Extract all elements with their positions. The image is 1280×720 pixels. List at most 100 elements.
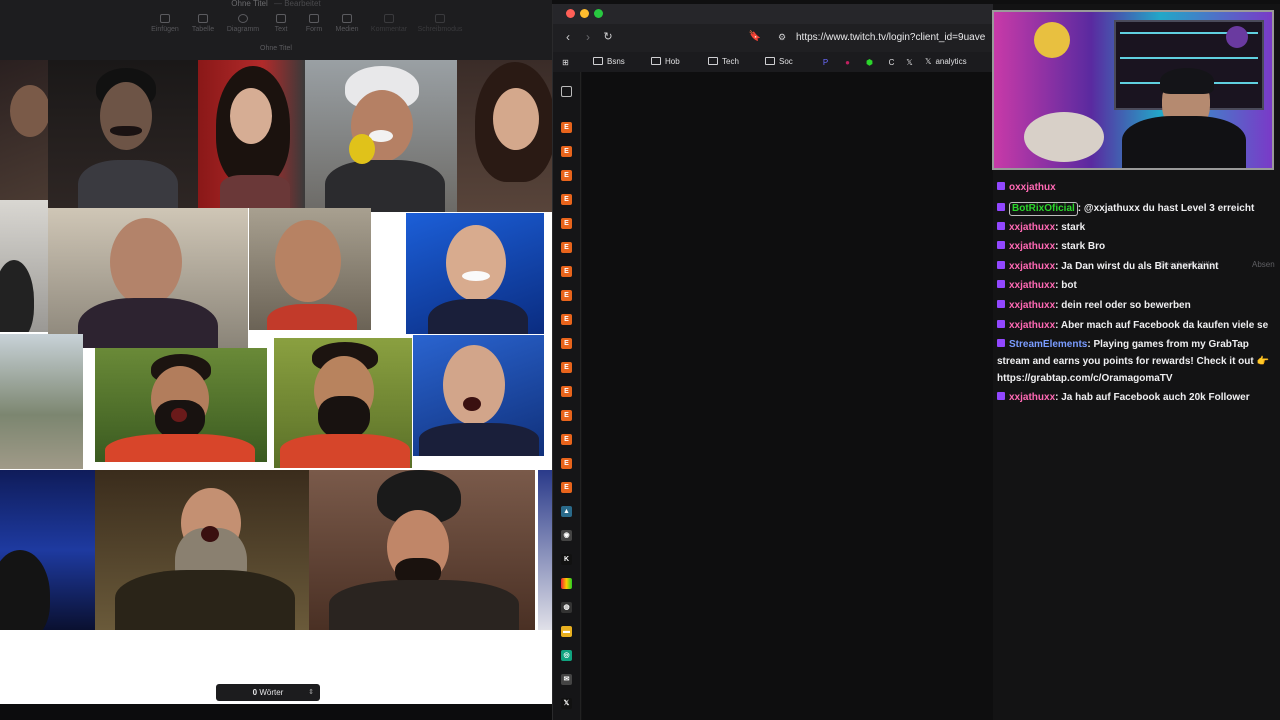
chat-text: : bot [1055, 280, 1077, 291]
close-window-button[interactable] [566, 9, 575, 18]
chat-username[interactable]: xxjathuxx [1009, 241, 1055, 252]
toolbar-writing-mode-button[interactable]: Schreibmodus [415, 12, 465, 42]
etsy-icon[interactable]: E [561, 482, 572, 493]
etsy-icon[interactable]: E [561, 290, 572, 301]
chat-username[interactable]: xxjathuxx [1009, 261, 1055, 272]
bookmark-icon-pink[interactable]: ● [843, 58, 852, 67]
bookmark-icon[interactable]: 🔖 [748, 30, 762, 44]
photo-man-tv-shout[interactable] [413, 335, 544, 456]
app-icon-dark[interactable]: ◍ [561, 602, 572, 613]
chat-link[interactable]: https://grabtap.com/c/OramagomaTV [997, 373, 1173, 385]
chat-username[interactable]: xxjathuxx [1009, 300, 1055, 311]
url-field[interactable]: https://www.twitch.tv/login?client_id=9u… [796, 32, 993, 43]
etsy-icon[interactable]: E [561, 146, 572, 157]
site-settings-icon[interactable]: ⚙ [775, 30, 789, 44]
etsy-icon[interactable]: E [561, 194, 572, 205]
chat-text: : stark Bro [1055, 241, 1106, 252]
etsy-icon[interactable]: E [561, 266, 572, 277]
bookmark-icon-green[interactable]: ⬢ [865, 58, 874, 67]
bookmark-folder-tech[interactable]: Tech [708, 55, 739, 69]
chat-username[interactable]: xxjathuxx [1009, 320, 1055, 331]
app-icon-blue[interactable]: ▲ [561, 506, 572, 517]
chat-text: : Aber mach auf Facebook da kaufen viele… [1055, 320, 1269, 331]
etsy-icon[interactable]: E [561, 170, 572, 181]
etsy-icon[interactable]: E [561, 410, 572, 421]
word-count-value: 0 [252, 688, 258, 697]
document-status: — Bearbeitet [274, 0, 321, 8]
photo-man-tv-smile[interactable] [406, 213, 544, 334]
app-icon-colorful[interactable] [561, 578, 572, 589]
window-title: Ohne Titel — Bearbeitet [0, 0, 552, 10]
photo-man-dark-1[interactable] [0, 60, 48, 200]
forward-icon[interactable]: › [581, 30, 595, 44]
photo-street-1[interactable] [0, 200, 48, 332]
photo-sultan-thinking[interactable] [309, 470, 535, 630]
bookmark-folder-soc[interactable]: Soc [765, 55, 793, 69]
photo-man-beanie[interactable] [305, 60, 457, 212]
app-icon-gray[interactable]: ◉ [561, 530, 572, 541]
photo-man-beard-2[interactable] [274, 338, 412, 468]
badge-icon [997, 182, 1005, 190]
etsy-icon[interactable]: E [561, 122, 572, 133]
chatgpt-icon[interactable]: ◎ [561, 650, 572, 661]
sidebar-toggle-icon[interactable] [561, 86, 572, 97]
folder-icon [765, 57, 775, 65]
photo-man-beard-red-shirt[interactable] [95, 348, 267, 462]
chat-message: xxjathuxx: stark Bro [997, 241, 1105, 253]
etsy-icon[interactable]: E [561, 218, 572, 229]
app-icon-yellow[interactable]: ▬ [561, 626, 572, 637]
back-icon[interactable]: ‹ [561, 30, 575, 44]
apps-grid-icon[interactable]: ⊞ [561, 58, 570, 67]
chat-username[interactable]: BotRixOficial [1012, 203, 1075, 214]
bookmark-folder-hob[interactable]: Hob [651, 55, 680, 69]
pages-toolbar: Ohne Titel — Bearbeitet Einfügen Tabelle… [0, 0, 552, 60]
toolbar-media-label: Medien [335, 26, 359, 33]
app-icon-mail[interactable]: ✉ [561, 674, 572, 685]
chat-message: xxjathuxx: Ja hab auf Facebook auch 20k … [997, 392, 1250, 404]
app-icon-k[interactable]: K [561, 554, 572, 565]
photo-man-moustache[interactable] [48, 60, 198, 208]
photo-sultan-shouting[interactable] [95, 470, 309, 630]
bookmark-icon-p[interactable]: P [821, 58, 830, 67]
chat-username[interactable]: xxjathuxx [1009, 392, 1055, 403]
maximize-window-button[interactable] [594, 9, 603, 18]
bookmark-folder-bsns[interactable]: Bsns [593, 55, 625, 69]
media-icon [342, 14, 352, 23]
photo-ship-port[interactable] [0, 334, 83, 469]
badge-icon [997, 203, 1005, 211]
etsy-icon[interactable]: E [561, 314, 572, 325]
reload-icon[interactable]: ↻ [601, 30, 615, 44]
bookmark-icon-c[interactable]: C [887, 58, 896, 67]
chat-text: stream and earns you points for rewards!… [997, 356, 1269, 367]
photo-edge[interactable] [538, 470, 552, 630]
photo-woman[interactable] [198, 60, 305, 208]
etsy-icon[interactable]: E [561, 362, 572, 373]
chat-message: StreamElements: Playing games from my Gr… [997, 339, 1249, 351]
minimize-window-button[interactable] [580, 9, 589, 18]
chat-username[interactable]: xxjathuxx [1009, 280, 1055, 291]
chat-username[interactable]: oxxjathux [1009, 182, 1056, 193]
etsy-icon[interactable]: E [561, 434, 572, 445]
folder-icon [651, 57, 661, 65]
photo-woman-2[interactable] [457, 60, 552, 212]
badge-icon [997, 339, 1005, 347]
bookmark-analytics[interactable]: 𝕏analytics [925, 55, 967, 69]
toolbar-chart-label: Diagramm [226, 26, 260, 33]
photo-man-street[interactable] [48, 208, 248, 348]
x-logo-icon[interactable]: 𝕏 [561, 698, 572, 709]
photo-man-bald[interactable] [249, 208, 371, 330]
word-count-button[interactable]: 0 Wörter ⇕ [216, 684, 320, 701]
etsy-icon[interactable]: E [561, 386, 572, 397]
etsy-icon[interactable]: E [561, 458, 572, 469]
chat-username[interactable]: xxjathuxx [1009, 222, 1055, 233]
etsy-icon[interactable]: E [561, 338, 572, 349]
toolbar-writing-mode-label: Schreibmodus [417, 26, 463, 33]
x-logo-icon[interactable]: 𝕏 [905, 58, 914, 67]
toolbar-comment-button[interactable]: Kommentar [364, 12, 414, 42]
photo-tv-studio[interactable] [0, 470, 95, 630]
chat-text: : Ja Dan wirst du als Bit anerkannt [1055, 261, 1219, 272]
chat-message: xxjathuxx: Ja Dan wirst du als Bit anerk… [997, 261, 1219, 273]
etsy-icon[interactable]: E [561, 242, 572, 253]
chart-icon [238, 14, 248, 23]
chat-username[interactable]: StreamElements [1009, 339, 1087, 350]
